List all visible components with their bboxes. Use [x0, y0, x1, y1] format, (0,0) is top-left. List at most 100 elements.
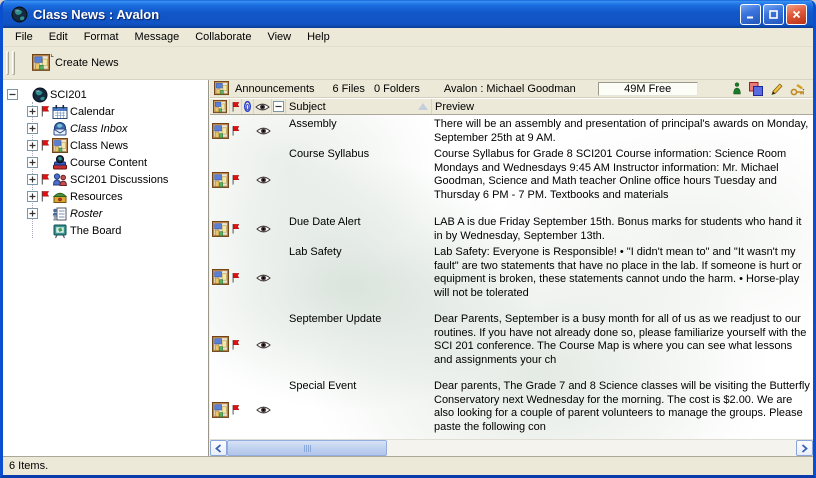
- collapse-all-button[interactable]: [272, 99, 286, 114]
- news-item-icon: [212, 336, 229, 353]
- menu-help[interactable]: Help: [299, 29, 338, 45]
- pencil-icon: [770, 82, 783, 96]
- tree-item-discussions[interactable]: SCI201 Discussions: [3, 171, 208, 188]
- scroll-left-button[interactable]: [210, 440, 227, 456]
- scroll-right-button[interactable]: [796, 440, 813, 456]
- column-item-icon[interactable]: [210, 99, 230, 114]
- expand-icon[interactable]: [27, 140, 38, 151]
- app-window: Class News : Avalon File Edit Format Mes…: [0, 0, 816, 478]
- menu-view[interactable]: View: [259, 29, 299, 45]
- message-preview: Lab Safety: Everyone is Responsible! • "…: [432, 245, 813, 310]
- message-preview: Dear parents, The Grade 7 and 8 Science …: [432, 379, 813, 439]
- tree-item-the-board[interactable]: The Board: [3, 222, 208, 239]
- title-bar: Class News : Avalon: [3, 0, 813, 28]
- expand-icon[interactable]: [27, 157, 38, 168]
- tree-item-roster[interactable]: Roster: [3, 205, 208, 222]
- menu-collaborate[interactable]: Collaborate: [187, 29, 259, 45]
- column-flag[interactable]: [230, 99, 242, 114]
- viewed-eye-icon: [256, 175, 271, 185]
- news-icon: [52, 138, 68, 154]
- sort-ascending-icon: [418, 103, 428, 110]
- menu-format[interactable]: Format: [76, 29, 127, 45]
- menu-message[interactable]: Message: [127, 29, 188, 45]
- flag-icon: [231, 339, 241, 351]
- tree-item-class-news[interactable]: Class News: [3, 137, 208, 154]
- tree-item-sci201[interactable]: SCI201: [3, 86, 208, 103]
- minimize-button[interactable]: [740, 4, 761, 25]
- flag-icon: [231, 174, 241, 186]
- close-button[interactable]: [786, 4, 807, 25]
- message-row[interactable]: September Update Dear Parents, September…: [210, 310, 813, 377]
- files-count: 6 Files: [333, 83, 365, 95]
- person-icon: [732, 82, 742, 95]
- message-row[interactable]: Assembly There will be an assembly and p…: [210, 115, 813, 145]
- flag-icon: [231, 272, 241, 284]
- message-subject: Due Date Alert: [286, 215, 432, 243]
- message-list: Assembly There will be an assembly and p…: [210, 115, 813, 439]
- discussions-icon: [52, 172, 68, 188]
- maximize-button[interactable]: [763, 4, 784, 25]
- expand-icon[interactable]: [27, 106, 38, 117]
- horizontal-scrollbar[interactable]: [210, 439, 813, 456]
- message-row[interactable]: Due Date Alert LAB A is due Friday Septe…: [210, 213, 813, 243]
- column-subject[interactable]: Subject: [286, 99, 432, 114]
- column-header-row: Subject Preview: [210, 98, 813, 115]
- column-preview[interactable]: Preview: [432, 99, 813, 114]
- collapse-icon[interactable]: [7, 89, 18, 100]
- menu-edit[interactable]: Edit: [41, 29, 76, 45]
- message-subject: September Update: [286, 312, 432, 377]
- globe-app-icon: [11, 6, 28, 23]
- server-user-label: Avalon : Michael Goodman: [444, 83, 576, 95]
- news-item-icon: [212, 269, 229, 286]
- news-item-icon: [212, 172, 229, 189]
- item-counts: 6 Files 0 Folders: [333, 83, 420, 95]
- flag-icon: [40, 105, 51, 118]
- tree-item-resources[interactable]: Resources: [3, 188, 208, 205]
- flag-icon: [40, 173, 51, 186]
- expand-icon[interactable]: [27, 174, 38, 185]
- toolbar-gripper[interactable]: [6, 51, 9, 75]
- announcements-icon: [214, 81, 229, 96]
- inbox-icon: [52, 121, 68, 137]
- message-row[interactable]: Course Syllabus Course Syllabus for Grad…: [210, 145, 813, 213]
- tree-item-class-inbox[interactable]: Class Inbox: [3, 120, 208, 137]
- key-pencil-icon: [790, 82, 807, 96]
- create-news-button[interactable]: ⌞ Create News: [27, 51, 126, 75]
- globe-icon: [32, 87, 48, 103]
- status-bar: 6 Items.: [3, 456, 813, 475]
- main-content: SCI201 Calendar: [3, 80, 813, 456]
- collapse-box-icon: [273, 101, 284, 112]
- menu-file[interactable]: File: [7, 29, 41, 45]
- free-space-indicator: 49M Free: [598, 82, 698, 96]
- announcements-panel: Announcements 6 Files 0 Folders Avalon :…: [210, 80, 813, 456]
- scrollbar-thumb[interactable]: [227, 440, 387, 456]
- roster-icon: [52, 206, 68, 222]
- board-icon: [52, 223, 68, 239]
- course-content-icon: [52, 155, 68, 171]
- flag-icon: [40, 139, 51, 152]
- folders-count: 0 Folders: [374, 83, 420, 95]
- toolbar-gripper[interactable]: [12, 51, 15, 75]
- message-subject: Special Event: [286, 379, 432, 439]
- column-attachment[interactable]: [242, 99, 254, 114]
- expand-icon[interactable]: [27, 191, 38, 202]
- tree-item-calendar[interactable]: Calendar: [3, 103, 208, 120]
- news-item-icon: [212, 221, 229, 238]
- window-title: Class News : Avalon: [33, 7, 740, 22]
- message-row[interactable]: Special Event Dear parents, The Grade 7 …: [210, 377, 813, 439]
- news-item-icon: [212, 402, 229, 419]
- message-preview: Course Syllabus for Grade 8 SCI201 Cours…: [432, 147, 813, 213]
- flag-icon: [231, 404, 241, 416]
- flag-column-icon: [231, 101, 241, 113]
- message-preview: There will be an assembly and presentati…: [432, 117, 813, 145]
- tree-item-course-content[interactable]: Course Content: [3, 154, 208, 171]
- flag-icon: [231, 223, 241, 235]
- column-viewed[interactable]: [254, 99, 272, 114]
- viewed-eye-icon: [256, 126, 271, 136]
- message-row[interactable]: Lab Safety Lab Safety: Everyone is Respo…: [210, 243, 813, 310]
- expand-icon[interactable]: [27, 123, 38, 134]
- conference-tree: SCI201 Calendar: [3, 80, 208, 456]
- expand-icon[interactable]: [27, 208, 38, 219]
- flag-icon: [231, 125, 241, 137]
- viewed-eye-icon: [256, 273, 271, 283]
